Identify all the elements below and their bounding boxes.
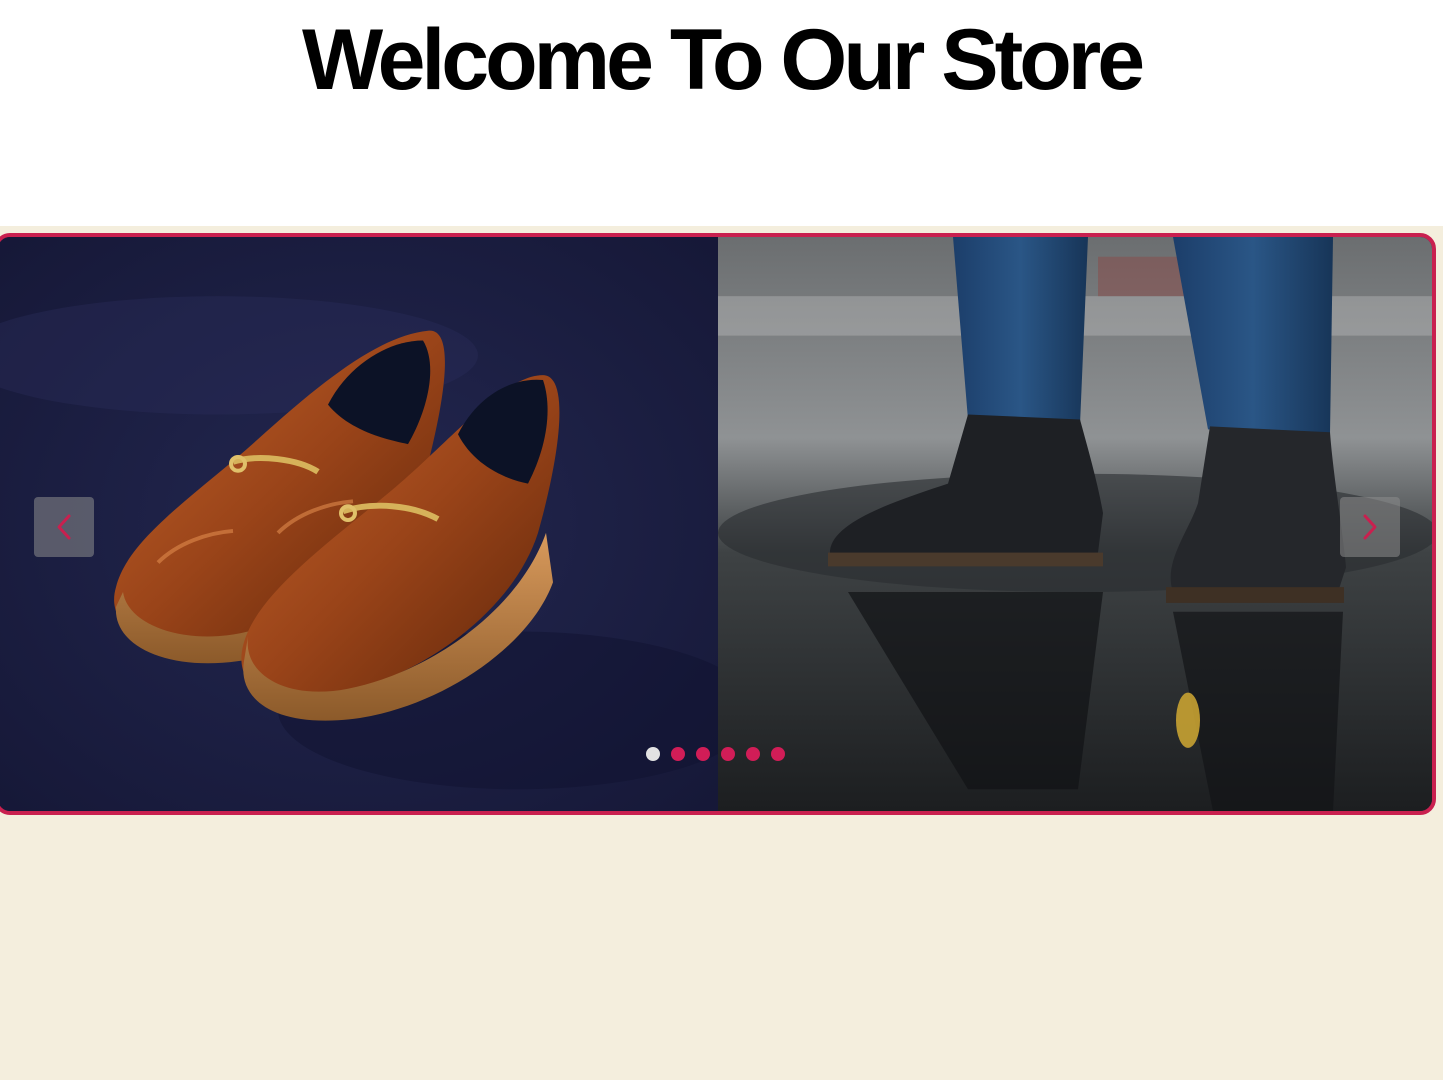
store-page: Welcome To Our Store <box>0 0 1443 1080</box>
chevron-right-icon <box>1363 514 1377 540</box>
carousel-dot[interactable] <box>721 747 735 761</box>
loafers-image <box>0 237 718 811</box>
carousel-dot[interactable] <box>671 747 685 761</box>
boots-image <box>718 237 1432 811</box>
carousel-dot[interactable] <box>746 747 760 761</box>
image-carousel[interactable] <box>0 233 1436 815</box>
carousel-dot[interactable] <box>771 747 785 761</box>
page-title: Welcome To Our Store <box>301 12 1145 108</box>
slide-loafers <box>0 237 718 811</box>
carousel-next-button[interactable] <box>1340 497 1400 557</box>
carousel-dot[interactable] <box>646 747 660 761</box>
carousel-dot[interactable] <box>696 747 710 761</box>
carousel-prev-button[interactable] <box>34 497 94 557</box>
chevron-left-icon <box>57 514 71 540</box>
carousel-pagination <box>646 747 785 761</box>
slide-boots <box>718 237 1432 811</box>
page-header: Welcome To Our Store <box>0 0 1443 226</box>
